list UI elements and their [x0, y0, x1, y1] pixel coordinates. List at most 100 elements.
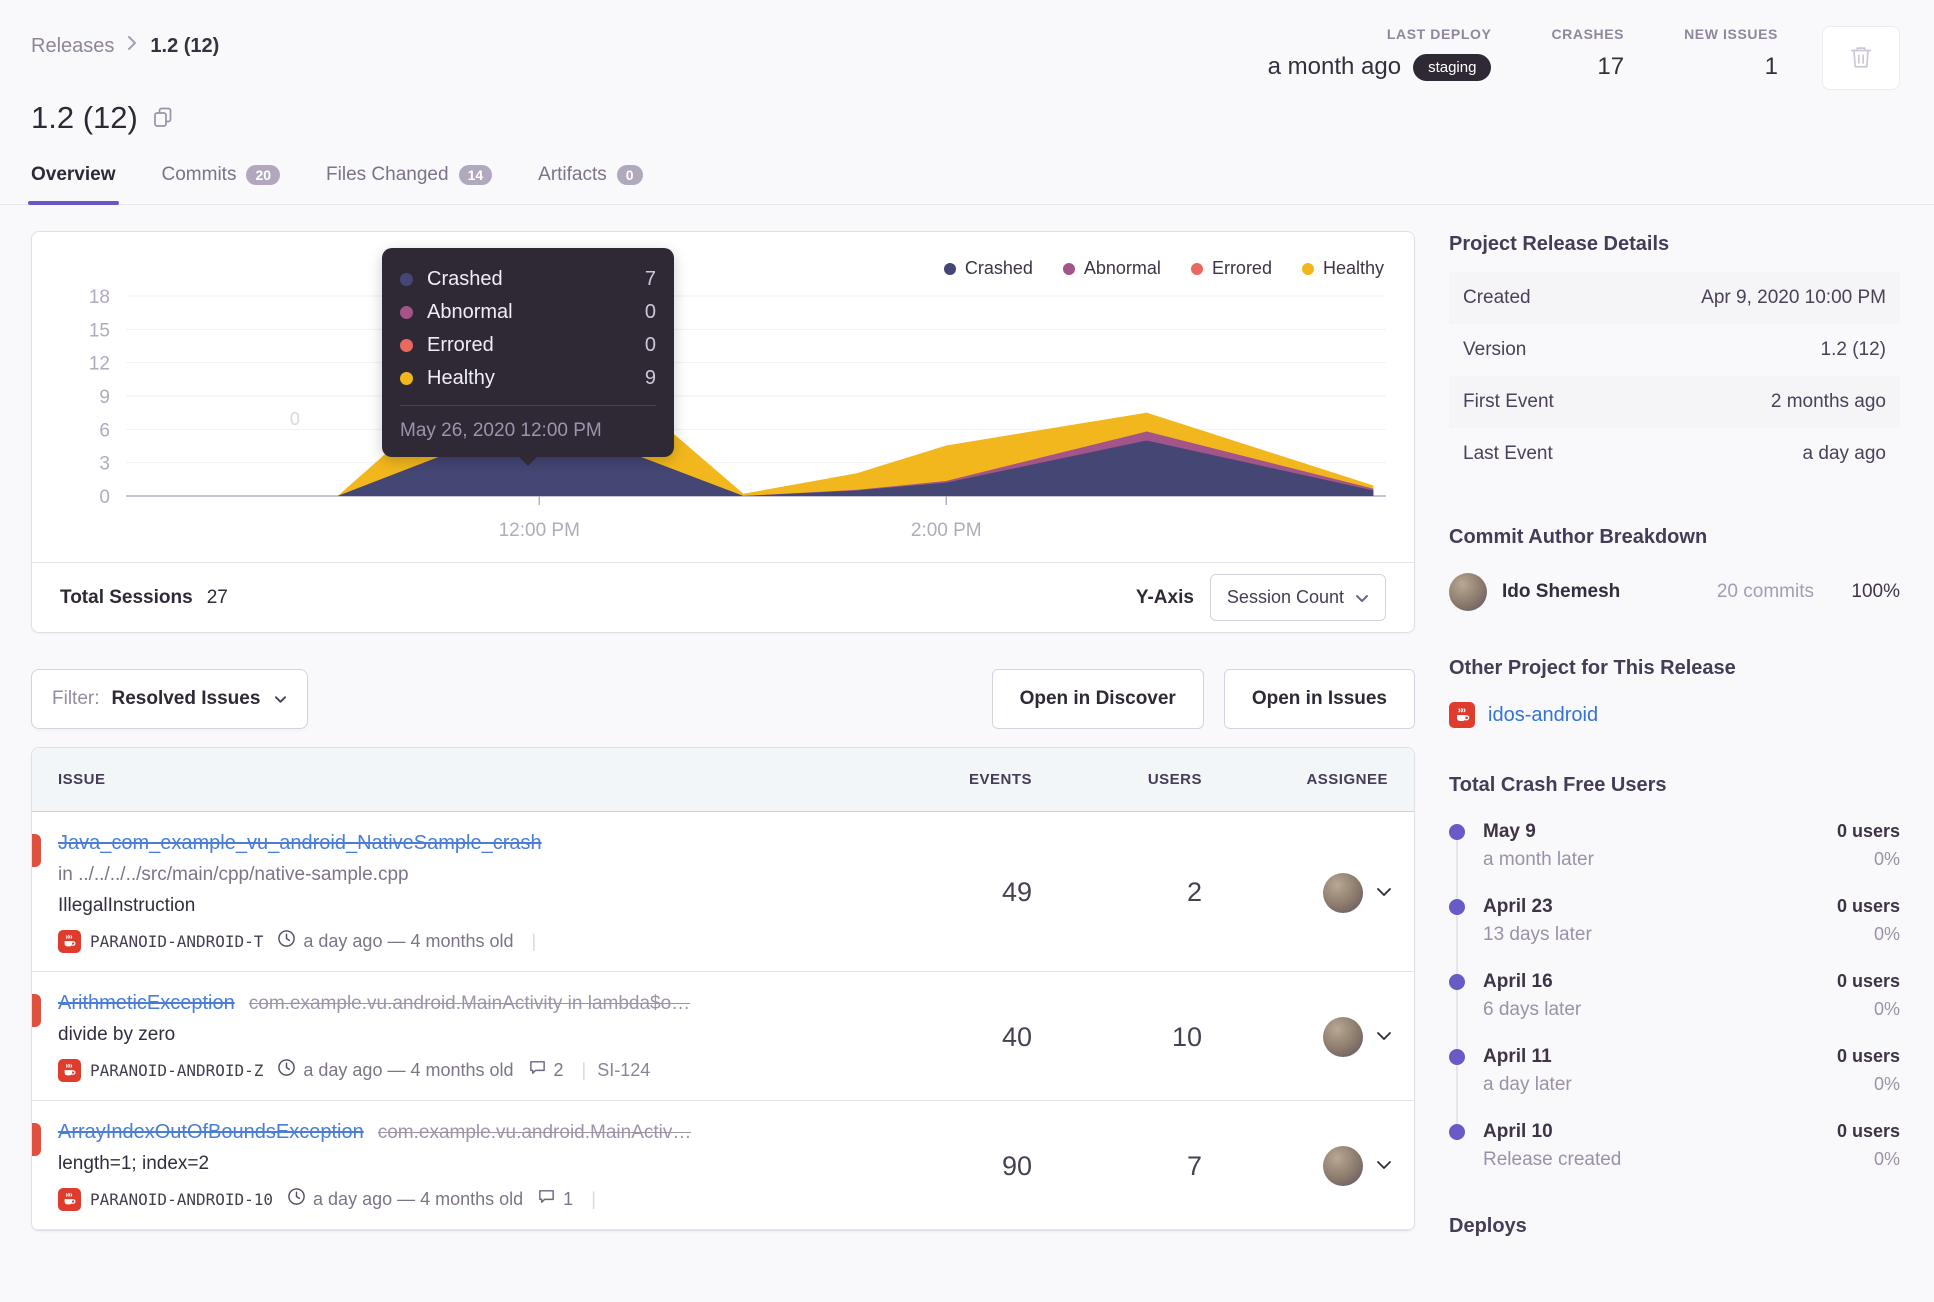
total-sessions-value: 27 — [206, 586, 228, 608]
trash-icon — [1848, 44, 1874, 73]
issue-row: Java_com_example_vu_android_NativeSample… — [32, 812, 1414, 972]
project-release-details-section: Project Release Details Created Apr 9, 2… — [1449, 233, 1900, 480]
stat-label: LAST DEPLOY — [1386, 26, 1492, 42]
java-project-icon — [58, 1187, 81, 1211]
chart-legend: Crashed Abnormal Errored Healthy — [943, 258, 1384, 279]
breadcrumb: Releases 1.2 (12) — [31, 26, 219, 58]
tab-overview[interactable]: Overview — [28, 164, 118, 205]
linked-ticket[interactable]: | — [587, 1189, 607, 1210]
section-heading: Other Project for This Release — [1449, 657, 1736, 679]
svg-text:12: 12 — [89, 354, 110, 375]
svg-text:12:00 PM: 12:00 PM — [499, 520, 580, 541]
comment-icon — [537, 1187, 556, 1211]
issue-message: divide by zero — [58, 1024, 176, 1045]
environment-badge: staging — [1413, 53, 1492, 81]
crashes-value: 17 — [1597, 53, 1625, 80]
issue-title-link[interactable]: Java_com_example_vu_android_NativeSample… — [58, 832, 542, 855]
open-in-issues-button[interactable]: Open in Issues — [1223, 669, 1415, 729]
issue-location: in ../../../../src/main/cpp/native-sampl… — [58, 864, 409, 885]
tab-files-changed[interactable]: Files Changed 14 — [326, 164, 493, 204]
chevron-down-icon — [1376, 884, 1392, 902]
assignee-control[interactable] — [1202, 1017, 1414, 1057]
page-title: 1.2 (12) — [31, 100, 1900, 136]
issue-row: ArrayIndexOutOfBoundsException com.examp… — [32, 1101, 1414, 1230]
assignee-avatar[interactable] — [1323, 1017, 1363, 1057]
issue-title-link[interactable]: ArithmeticException — [58, 992, 235, 1015]
java-project-icon — [1449, 702, 1475, 728]
open-in-discover-button[interactable]: Open in Discover — [991, 669, 1204, 729]
svg-text:6: 6 — [99, 420, 110, 441]
tooltip-timestamp: May 26, 2020 12:00 PM — [400, 405, 656, 442]
legend-errored[interactable]: Errored — [1190, 258, 1272, 279]
abnormal-dot-icon — [400, 306, 413, 319]
linked-ticket[interactable]: | — [528, 931, 548, 952]
detail-row: First Event 2 months ago — [1449, 376, 1900, 428]
breadcrumb-releases-link[interactable]: Releases — [31, 35, 114, 58]
copy-version-button[interactable] — [152, 106, 174, 131]
assignee-avatar[interactable] — [1323, 872, 1363, 913]
comment-count[interactable]: 1 — [537, 1187, 573, 1211]
assignee-avatar[interactable] — [1323, 1146, 1363, 1186]
issues-filter-dropdown[interactable]: Filter: Resolved Issues — [31, 669, 309, 729]
abnormal-dot-icon — [1062, 262, 1075, 275]
tab-badge: 14 — [458, 165, 493, 185]
timeline-dot-icon — [1449, 899, 1465, 915]
breadcrumb-current: 1.2 (12) — [150, 34, 220, 57]
issues-table: ISSUE EVENTS USERS ASSIGNEE Java_com_exa… — [31, 747, 1415, 1231]
tab-commits[interactable]: Commits 20 — [162, 164, 281, 204]
issue-message: IllegalInstruction — [58, 895, 196, 916]
stat-label: NEW ISSUES — [1684, 26, 1778, 42]
clock-icon — [277, 1058, 296, 1082]
stat-new-issues: NEW ISSUES 1 — [1684, 26, 1778, 81]
svg-text:2:00 PM: 2:00 PM — [911, 520, 982, 541]
detail-row: Created Apr 9, 2020 10:00 PM — [1449, 272, 1900, 324]
chart-footer: Total Sessions 27 Y-Axis Session Count — [32, 562, 1414, 632]
crash-free-timeline: May 9 a month later 0 users 0% April 23 … — [1449, 821, 1900, 1171]
users-count: 10 — [1171, 1021, 1202, 1052]
assignee-control[interactable] — [1202, 1146, 1414, 1186]
legend-healthy[interactable]: Healthy — [1301, 258, 1384, 279]
timeline-dot-icon — [1449, 974, 1465, 990]
issues-table-header: ISSUE EVENTS USERS ASSIGNEE — [32, 748, 1414, 812]
java-project-icon — [58, 929, 81, 953]
copy-icon — [152, 106, 174, 131]
errored-dot-icon — [400, 339, 413, 352]
total-sessions-label: Total Sessions — [60, 586, 193, 608]
svg-text:18: 18 — [89, 287, 110, 308]
timeline-entry: April 11 a day later 0 users 0% — [1449, 1046, 1900, 1096]
section-heading: Commit Author Breakdown — [1449, 526, 1708, 548]
crash-free-users-section: Total Crash Free Users May 9 a month lat… — [1449, 774, 1900, 1171]
new-issues-value: 1 — [1764, 53, 1778, 80]
issues-toolbar: Filter: Resolved Issues Open in Discover… — [31, 669, 1415, 729]
other-project-link[interactable]: idos-android — [1488, 704, 1598, 727]
events-count: 40 — [1001, 1021, 1032, 1052]
column-events: EVENTS — [968, 771, 1032, 788]
assignee-control[interactable] — [1202, 872, 1414, 913]
project-badge[interactable]: PARANOID-ANDROID-T — [58, 929, 263, 953]
project-badge[interactable]: PARANOID-ANDROID-Z — [58, 1058, 263, 1082]
column-issue: ISSUE — [58, 771, 106, 788]
timeline-entry: April 10 Release created 0 users 0% — [1449, 1121, 1900, 1171]
unhandled-indicator — [32, 1123, 41, 1156]
issue-age: a day ago — 4 months old — [277, 1058, 514, 1082]
linked-ticket[interactable]: | SI-124 — [578, 1060, 651, 1081]
stat-last-deploy: LAST DEPLOY a month ago staging — [1268, 26, 1492, 81]
detail-row: Version 1.2 (12) — [1463, 339, 1886, 360]
sessions-chart-svg[interactable]: 0 3 6 9 12 15 18 12:00 PM 2:00 PM 0 — [56, 246, 1392, 556]
legend-abnormal[interactable]: Abnormal — [1062, 258, 1161, 279]
column-users: USERS — [1147, 771, 1202, 788]
legend-crashed[interactable]: Crashed — [943, 258, 1033, 279]
issue-age: a day ago — 4 months old — [287, 1187, 523, 1211]
chevron-down-icon — [1355, 587, 1369, 608]
java-project-icon — [58, 1058, 81, 1082]
comment-count[interactable]: 2 — [528, 1058, 564, 1082]
comment-icon — [528, 1058, 547, 1082]
yaxis-select[interactable]: Session Count — [1209, 574, 1386, 621]
issue-title-link[interactable]: ArrayIndexOutOfBoundsException — [58, 1121, 364, 1144]
project-badge[interactable]: PARANOID-ANDROID-10 — [58, 1187, 273, 1211]
release-version-title: 1.2 (12) — [31, 100, 138, 135]
tab-artifacts[interactable]: Artifacts 0 — [538, 164, 643, 204]
delete-release-button[interactable] — [1822, 26, 1900, 90]
issue-message: length=1; index=2 — [58, 1153, 210, 1174]
issue-row: ArithmeticException com.example.vu.andro… — [32, 972, 1414, 1101]
